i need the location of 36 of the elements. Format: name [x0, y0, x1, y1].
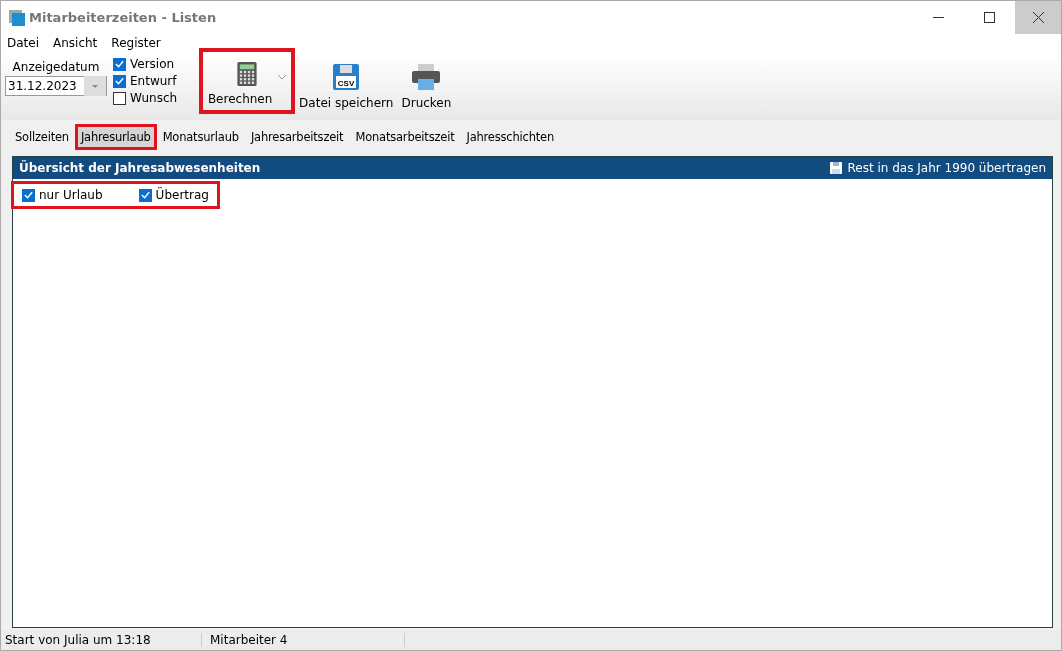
checkbox[interactable]: [138, 188, 152, 202]
tab[interactable]: Monatsarbeitszeit: [349, 124, 461, 150]
status-text: Mitarbeiter 4: [202, 633, 405, 647]
app-icon: [9, 9, 25, 26]
checkbox-label: Übertrag: [155, 188, 209, 202]
checkbox-label: nur Urlaub: [39, 188, 103, 202]
printer-icon: [412, 64, 441, 90]
calculator-icon: [235, 62, 260, 86]
menu-item[interactable]: Ansicht: [53, 36, 98, 52]
toolbar-button[interactable]: CSV Datei speichern: [295, 54, 398, 116]
tab[interactable]: Jahresschichten: [460, 124, 561, 150]
checkbox[interactable]: [113, 57, 126, 71]
minimize-icon[interactable]: [933, 16, 944, 19]
toolbar-button[interactable]: Drucken: [397, 54, 456, 116]
date-field[interactable]: 31.12.2023: [5, 76, 107, 96]
menu-item[interactable]: Datei: [7, 36, 39, 52]
tab[interactable]: Sollzeiten: [9, 124, 75, 150]
transfer-link[interactable]: Rest in das Jahr 1990 übertragen: [829, 161, 1046, 175]
close-icon: [1032, 12, 1044, 23]
maximize-icon[interactable]: [984, 12, 995, 23]
status-text: Start von Julia um 13:18: [1, 633, 202, 647]
checkbox-label: Wunsch: [130, 91, 178, 105]
panel-title: Übersicht der Jahresabwesenheiten: [19, 161, 261, 175]
menu-item[interactable]: Register: [111, 36, 161, 52]
checkbox[interactable]: [113, 91, 126, 105]
checkbox-label: Entwurf: [130, 74, 177, 88]
checkbox[interactable]: [113, 74, 126, 88]
tab[interactable]: Monatsurlaub: [156, 124, 245, 150]
tab[interactable]: Jahresarbeitszeit: [244, 124, 350, 150]
date-label: Anzeigedatum: [12, 60, 100, 74]
tab[interactable]: Jahresurlaub: [74, 124, 157, 150]
toolbar-button[interactable]: Berechnen: [199, 48, 296, 114]
checkbox-label: Version: [130, 57, 175, 71]
caret-icon: [278, 74, 287, 80]
window-title: Mitarbeiterzeiten - Listen: [29, 10, 217, 25]
checkbox[interactable]: [22, 188, 35, 202]
